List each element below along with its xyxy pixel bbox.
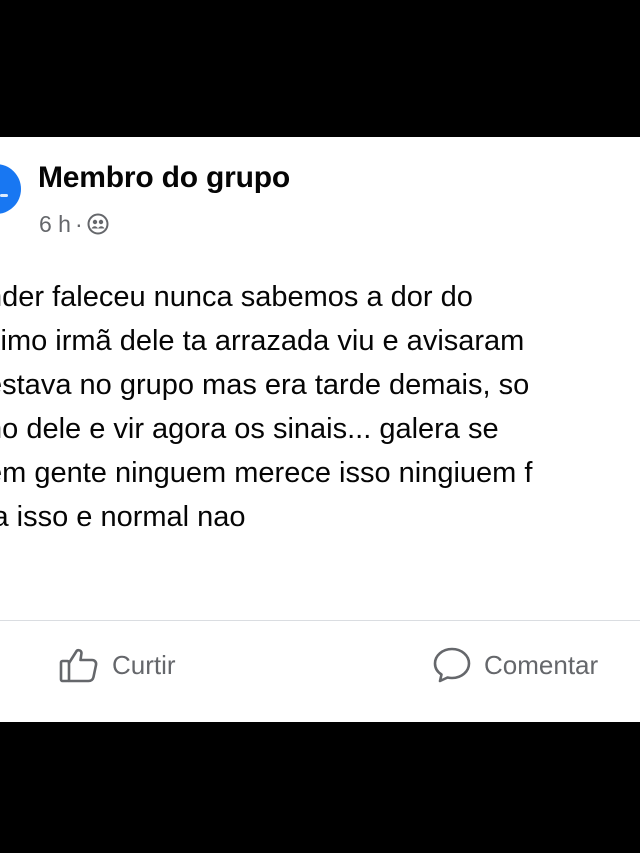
comment-label: Comentar (484, 649, 599, 680)
group-privacy-icon (87, 213, 109, 235)
actions-divider (0, 620, 640, 621)
post-card: Membro do grupo 6 h · nder faleceu nunca… (0, 137, 640, 722)
screen: Membro do grupo 6 h · nder faleceu nunca… (0, 0, 640, 853)
like-button[interactable]: Curtir (58, 642, 176, 688)
post-text-line: la isso e normal nao (0, 501, 246, 533)
post-text-line: estava no grupo mas era tarde demais, so (0, 369, 530, 401)
post-meta: 6 h · (39, 209, 109, 239)
comment-button[interactable]: Comentar (432, 642, 598, 688)
post-text-line: nder faleceu nunca sabemos a dor do (0, 281, 473, 313)
avatar-glyph (0, 194, 8, 197)
like-label: Curtir (112, 649, 176, 680)
post-text: nder faleceu nunca sabemos a dor do ximo… (0, 275, 640, 539)
meta-separator: · (74, 210, 83, 237)
post-time[interactable]: 6 h (39, 211, 71, 238)
post-text-line: ximo irmã dele ta arrazada viu e avisara… (0, 325, 525, 357)
thumbs-up-icon (58, 645, 100, 685)
post-text-line: em gente ninguem merece isso ningiuem f (0, 457, 533, 489)
post-text-line: no dele e vir agora os sinais... galera … (0, 413, 499, 445)
post-author[interactable]: Membro do grupo (38, 161, 290, 195)
avatar[interactable] (0, 164, 21, 214)
comment-bubble-icon (432, 645, 472, 685)
